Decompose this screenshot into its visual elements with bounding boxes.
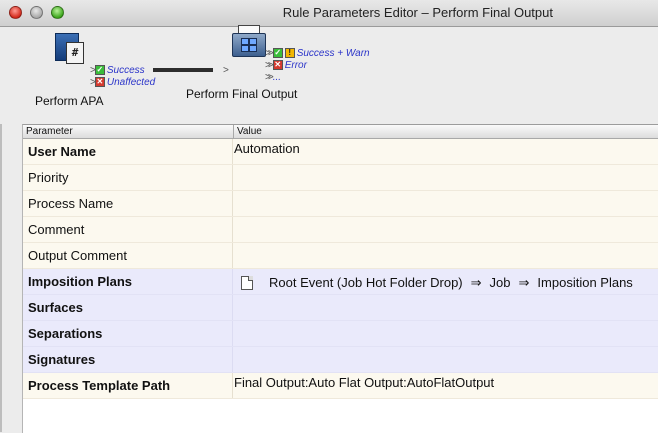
- flow-connector: [153, 68, 213, 72]
- final-output-error[interactable]: >> ✕ Error: [265, 59, 307, 71]
- table-row-separations[interactable]: Separations: [23, 321, 658, 347]
- warning-icon: !: [284, 48, 295, 58]
- param-label: Process Name: [23, 191, 233, 216]
- document-icon: [241, 275, 253, 290]
- apa-output-unaffected[interactable]: > ✕ Unaffected: [90, 76, 155, 88]
- param-label: Output Comment: [23, 243, 233, 268]
- parameter-table: Parameter Value User Name Automation Pri…: [22, 124, 658, 433]
- final-output-more[interactable]: >> ...: [265, 71, 281, 83]
- connector-arrowhead: >: [223, 64, 229, 76]
- param-value[interactable]: Automation: [233, 141, 300, 156]
- table-row-user-name[interactable]: User Name Automation: [23, 139, 658, 165]
- column-header-value[interactable]: Value: [234, 125, 262, 138]
- table-row-comment[interactable]: Comment: [23, 217, 658, 243]
- path-segment-root: Root Event (Job Hot Folder Drop): [269, 275, 463, 290]
- check-icon: ✓: [94, 65, 105, 75]
- param-label: Process Template Path: [23, 373, 233, 398]
- node-label-perform-apa: Perform APA: [35, 94, 104, 108]
- perform-apa-icon[interactable]: #: [55, 33, 85, 64]
- x-mark-icon: ✕: [94, 77, 105, 87]
- window-title: Rule Parameters Editor – Perform Final O…: [282, 5, 553, 20]
- table-row-surfaces[interactable]: Surfaces: [23, 295, 658, 321]
- table-row-output-comment[interactable]: Output Comment: [23, 243, 658, 269]
- node-label-perform-final-output: Perform Final Output: [186, 87, 298, 101]
- table-row-process-template-path[interactable]: Process Template Path Final Output:Auto …: [23, 373, 658, 399]
- param-label: Comment: [23, 217, 233, 242]
- x-mark-icon: ✕: [272, 60, 283, 70]
- double-arrow-icon: ⇒: [518, 274, 530, 290]
- check-icon: ✓: [272, 48, 283, 58]
- column-header-parameter[interactable]: Parameter: [23, 125, 234, 138]
- double-chevron-icon: >>: [265, 47, 274, 59]
- path-segment-imposition-plans: Imposition Plans: [537, 275, 633, 290]
- table-row-imposition-plans[interactable]: Imposition Plans Root Event (Job Hot Fol…: [23, 269, 658, 295]
- param-label: Signatures: [23, 347, 233, 372]
- chevron-right-icon: >: [90, 64, 96, 76]
- perform-final-output-icon[interactable]: [232, 25, 266, 57]
- apa-output-success[interactable]: > ✓ Success: [90, 64, 145, 76]
- table-row-signatures[interactable]: Signatures: [23, 347, 658, 373]
- final-output-success-warn[interactable]: >> ✓ ! Success + Warn: [265, 47, 370, 59]
- minimize-window-icon[interactable]: [30, 6, 43, 19]
- param-label: Imposition Plans: [23, 269, 233, 294]
- param-value[interactable]: Final Output:Auto Flat Output:AutoFlatOu…: [233, 375, 494, 390]
- table-header: Parameter Value: [23, 125, 658, 139]
- path-segment-job: Job: [489, 275, 511, 290]
- param-label: Surfaces: [23, 295, 233, 320]
- param-label: User Name: [23, 139, 233, 164]
- zoom-window-icon[interactable]: [51, 6, 64, 19]
- table-row-process-name[interactable]: Process Name: [23, 191, 658, 217]
- window-titlebar: Rule Parameters Editor – Perform Final O…: [0, 0, 658, 27]
- double-chevron-icon: >>: [265, 59, 274, 71]
- param-label: Separations: [23, 321, 233, 346]
- close-window-icon[interactable]: [9, 6, 22, 19]
- table-row-priority[interactable]: Priority: [23, 165, 658, 191]
- param-value-path[interactable]: Root Event (Job Hot Folder Drop) ⇒ Job ⇒…: [233, 269, 633, 296]
- double-chevron-icon: >>: [265, 71, 274, 83]
- double-arrow-icon: ⇒: [470, 274, 482, 290]
- chevron-right-icon: >: [223, 64, 229, 76]
- chevron-right-icon: >: [90, 76, 96, 88]
- param-label: Priority: [23, 165, 233, 190]
